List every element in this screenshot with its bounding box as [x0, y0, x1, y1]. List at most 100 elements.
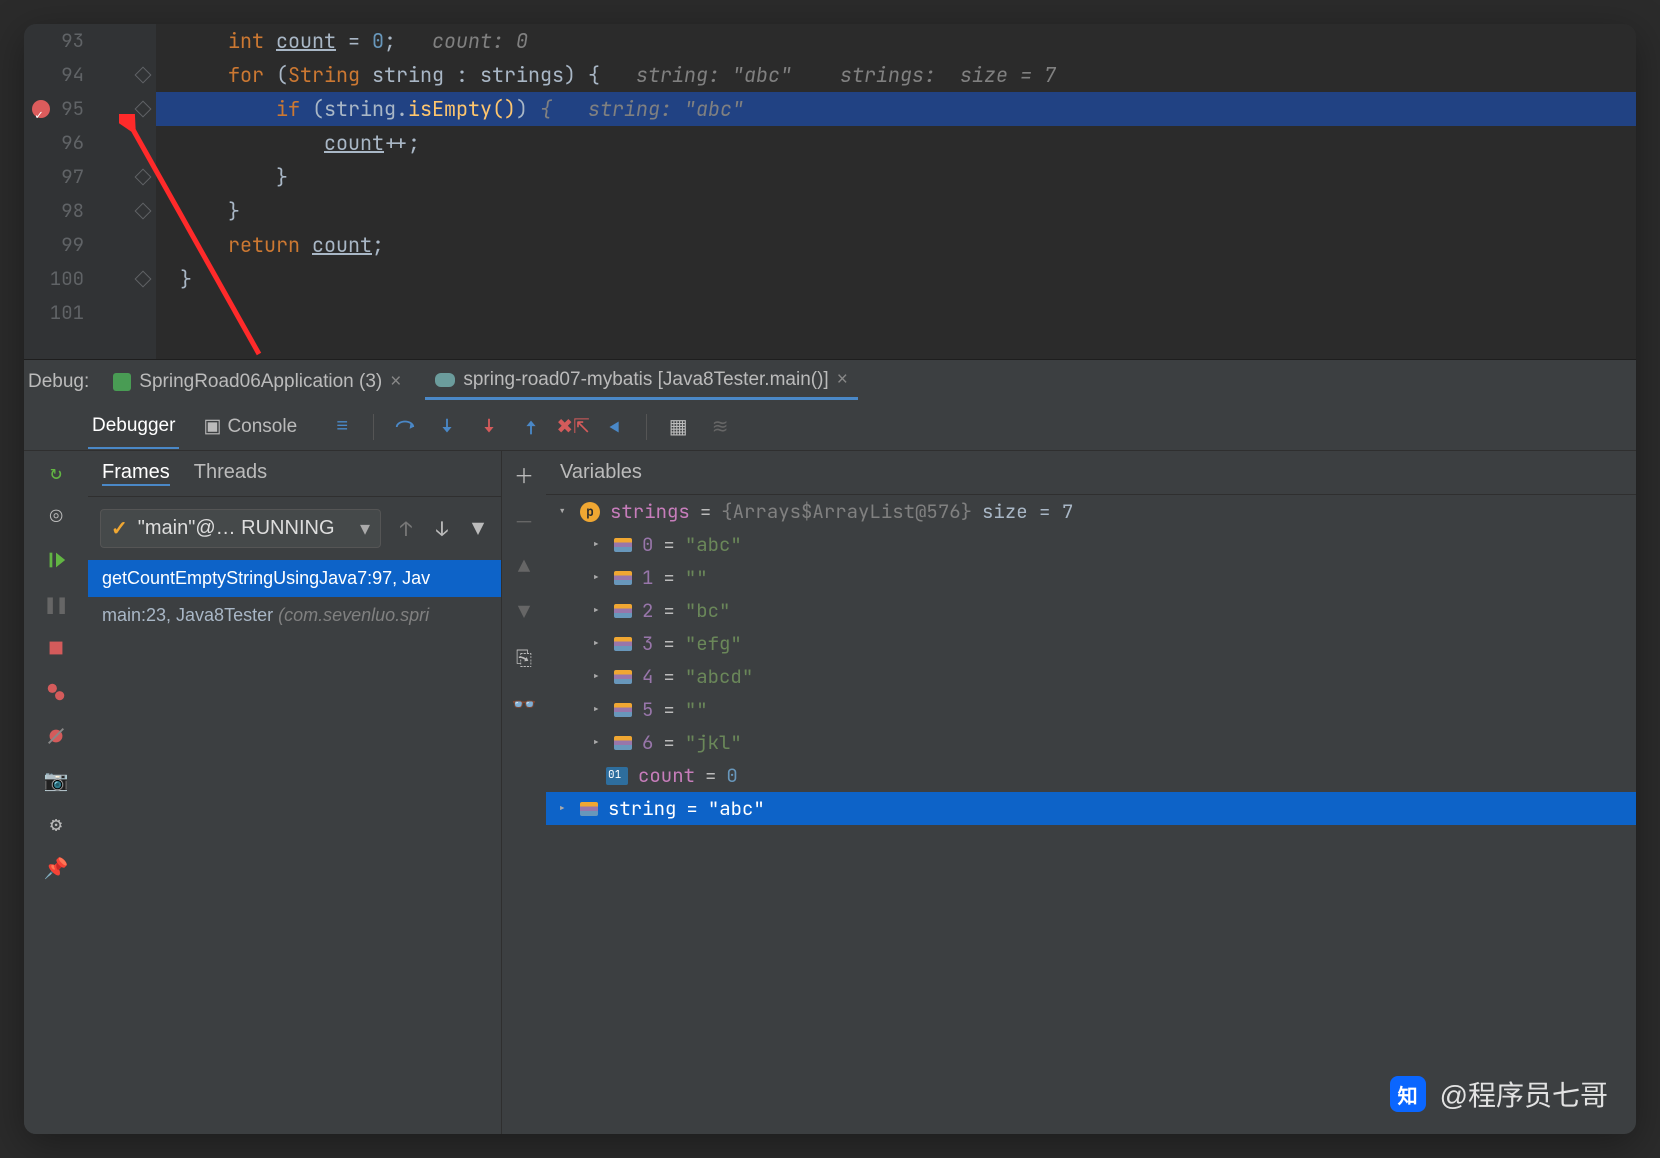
- var-row-selected[interactable]: string = "abc": [546, 792, 1636, 825]
- snapshot-icon[interactable]: 📷: [45, 769, 67, 791]
- prev-frame-icon[interactable]: ↑: [395, 518, 417, 540]
- remove-watch-icon[interactable]: －: [513, 509, 535, 531]
- debug-header: Debug: SpringRoad06Application (3) × spr…: [24, 359, 1636, 403]
- ide-window: 93 94 95 96 97 98 99 100 101 int count =…: [24, 24, 1636, 1134]
- element-icon: [580, 802, 598, 816]
- element-icon: [614, 670, 632, 684]
- code-line: }: [156, 160, 1636, 194]
- fold-marker[interactable]: [135, 101, 152, 118]
- frames-pane: Frames Threads ✓ "main"@… RUNNING ▾ ↑ ↓ …: [88, 451, 502, 1134]
- variables-pane: ＋ － ▲ ▼ ⎘ 👓 Variables p strings = {Array…: [502, 451, 1636, 1134]
- var-row[interactable]: 6 = "jkl": [546, 726, 1636, 759]
- down-icon[interactable]: ▼: [513, 601, 535, 623]
- code-line: }: [156, 262, 1636, 296]
- element-icon: [614, 604, 632, 618]
- element-icon: [614, 736, 632, 750]
- up-icon[interactable]: ▲: [513, 555, 535, 577]
- code-line-current: if (string.isEmpty()) { string: "abc": [156, 92, 1636, 126]
- expand-icon[interactable]: [592, 668, 604, 686]
- resume-icon[interactable]: [45, 549, 67, 571]
- code-editor[interactable]: 93 94 95 96 97 98 99 100 101 int count =…: [24, 24, 1636, 359]
- drop-frame-icon[interactable]: ✖⇱: [562, 416, 584, 438]
- stack-frame[interactable]: main:23, Java8Tester (com.sevenluo.spri: [88, 597, 501, 634]
- variables-heading: Variables: [546, 451, 1636, 495]
- glasses-icon[interactable]: 👓: [513, 693, 535, 715]
- element-icon: [614, 571, 632, 585]
- expand-icon[interactable]: [592, 602, 604, 620]
- step-into-icon[interactable]: [436, 416, 458, 438]
- expand-icon[interactable]: [592, 635, 604, 653]
- code-line: }: [156, 194, 1636, 228]
- mute-breakpoints-icon[interactable]: [45, 725, 67, 747]
- evaluate-icon[interactable]: ▦: [667, 416, 689, 438]
- bug-icon: [113, 373, 131, 391]
- pin-icon[interactable]: 📌: [45, 857, 67, 879]
- element-icon: [614, 538, 632, 552]
- filter-icon[interactable]: ▼: [467, 518, 489, 540]
- step-over-icon[interactable]: [394, 416, 416, 438]
- var-row[interactable]: 4 = "abcd": [546, 660, 1636, 693]
- code-line: return count;: [156, 228, 1636, 262]
- stop-icon[interactable]: [45, 637, 67, 659]
- element-icon: [614, 637, 632, 651]
- fold-marker[interactable]: [135, 67, 152, 84]
- view-breakpoints-icon[interactable]: [45, 681, 67, 703]
- var-row[interactable]: 2 = "bc": [546, 594, 1636, 627]
- close-icon[interactable]: ×: [837, 369, 848, 391]
- code-area[interactable]: int count = 0; count: 0 for (String stri…: [156, 24, 1636, 330]
- close-icon[interactable]: ×: [390, 371, 401, 393]
- next-frame-icon[interactable]: ↓: [431, 518, 453, 540]
- var-row[interactable]: 1 = "": [546, 561, 1636, 594]
- code-line: int count = 0; count: 0: [156, 24, 1636, 58]
- stack-frame[interactable]: getCountEmptyStringUsingJava7:97, Jav: [88, 560, 501, 597]
- thread-selector[interactable]: ✓ "main"@… RUNNING ▾: [100, 509, 381, 548]
- console-icon: ▣: [203, 415, 221, 433]
- expand-icon[interactable]: [592, 569, 604, 587]
- tab-threads[interactable]: Threads: [194, 461, 267, 486]
- int-icon: [606, 767, 628, 785]
- expand-icon[interactable]: [558, 800, 570, 818]
- tab-console[interactable]: ▣Console: [199, 405, 301, 449]
- trace-icon[interactable]: ≋: [709, 416, 731, 438]
- show-exec-icon[interactable]: ◎: [45, 505, 67, 527]
- var-row[interactable]: 0 = "abc": [546, 528, 1636, 561]
- layout-icon[interactable]: ≡: [331, 416, 353, 438]
- line-gutter: 93 94 95 96 97 98 99 100 101: [24, 24, 94, 359]
- expand-icon[interactable]: [592, 734, 604, 752]
- expand-icon[interactable]: [592, 536, 604, 554]
- code-line: count++;: [156, 126, 1636, 160]
- breakpoint-icon[interactable]: [32, 100, 50, 118]
- watermark: 知 @程序员七哥: [1390, 1074, 1608, 1114]
- zhihu-logo-icon: 知: [1390, 1076, 1426, 1112]
- add-watch-icon[interactable]: ＋: [513, 463, 535, 485]
- run-config-tab[interactable]: SpringRoad06Application (3) ×: [103, 365, 411, 399]
- element-icon: [614, 703, 632, 717]
- var-row[interactable]: p strings = {Arrays$ArrayList@576} size …: [546, 495, 1636, 528]
- fold-marker[interactable]: [135, 169, 152, 186]
- expand-icon[interactable]: [592, 701, 604, 719]
- rerun-icon[interactable]: ↻: [45, 461, 67, 483]
- pause-icon[interactable]: ❚❚: [45, 593, 67, 615]
- code-line: [156, 296, 1636, 330]
- debug-body: ↻ ◎ ❚❚ 📷 ⚙ 📌 Frames Threads ✓ "main"@… R…: [24, 451, 1636, 1134]
- var-row[interactable]: 3 = "efg": [546, 627, 1636, 660]
- copy-icon[interactable]: ⎘: [513, 647, 535, 669]
- code-line: for (String string : strings) { string: …: [156, 58, 1636, 92]
- run-config-tab[interactable]: spring-road07-mybatis [Java8Tester.main(…: [425, 363, 857, 400]
- debug-left-toolbar: ↻ ◎ ❚❚ 📷 ⚙ 📌: [24, 451, 88, 1134]
- var-row[interactable]: 5 = "": [546, 693, 1636, 726]
- step-out-icon[interactable]: [520, 416, 542, 438]
- debug-toolbar: Debugger ▣Console ≡ ✖⇱ ▦ ≋: [24, 403, 1636, 451]
- fold-marker[interactable]: [135, 203, 152, 220]
- tab-frames[interactable]: Frames: [102, 461, 170, 486]
- run-to-cursor-icon[interactable]: [604, 416, 626, 438]
- settings-icon[interactable]: ⚙: [45, 813, 67, 835]
- debug-label: Debug:: [28, 371, 89, 393]
- force-step-into-icon[interactable]: [478, 416, 500, 438]
- chevron-down-icon: ▾: [360, 516, 370, 541]
- expand-icon[interactable]: [558, 503, 570, 521]
- tab-debugger[interactable]: Debugger: [88, 405, 179, 449]
- var-row[interactable]: count = 0: [546, 759, 1636, 792]
- param-icon: p: [580, 502, 600, 522]
- fold-marker[interactable]: [135, 271, 152, 288]
